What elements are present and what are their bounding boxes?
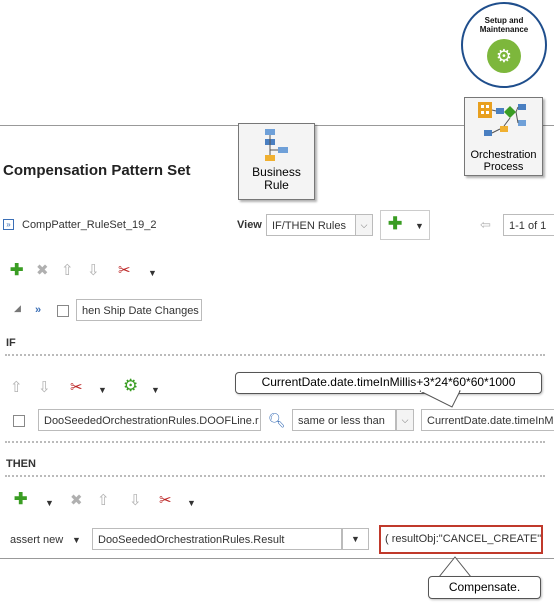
collapse-ruleset-icon[interactable]: » xyxy=(3,219,14,230)
expression-tooltip: CurrentDate.date.timeInMillis+3*24*60*60… xyxy=(235,372,542,394)
condition-left-field[interactable]: DooSeededOrchestrationRules.DOOFLine.r xyxy=(38,409,261,431)
then-cut-icon[interactable]: ✂ xyxy=(159,493,172,509)
action-value-field[interactable]: ( resultObj:"CANCEL_CREATE" ) xyxy=(379,525,543,554)
page-title: Compensation Pattern Set xyxy=(3,162,191,179)
if-cut-icon[interactable]: ✂ xyxy=(70,380,83,396)
action-verb-caret[interactable]: ▼ xyxy=(72,535,81,545)
setup-badge-line1: Setup and xyxy=(484,16,524,25)
search-icon[interactable]: 🔍︎ xyxy=(268,412,286,428)
orchestration-process-icon xyxy=(477,102,526,136)
if-move-up-icon[interactable]: ⇧ xyxy=(10,380,23,396)
view-label: View xyxy=(237,219,262,231)
expand-rule-icon[interactable]: » xyxy=(35,304,41,316)
cut-icon[interactable]: ✂ xyxy=(118,263,131,279)
view-select-arrow[interactable]: ⌵ xyxy=(355,214,373,236)
action-value-text: ( resultObj:"CANCEL_CREATE" ) xyxy=(385,533,543,545)
move-up-icon[interactable]: ⇧ xyxy=(61,263,74,279)
compensate-pointer xyxy=(437,556,473,578)
compensate-callout: Compensate. xyxy=(428,576,541,599)
then-move-up-icon[interactable]: ⇧ xyxy=(97,493,110,509)
add-icon[interactable]: ✚ xyxy=(388,215,402,232)
then-section-label: THEN xyxy=(6,458,36,470)
orchestration-line1: Orchestration xyxy=(470,149,537,161)
then-add-icon[interactable]: ✚ xyxy=(14,492,27,508)
paging-field[interactable]: 1-1 of 1 xyxy=(503,214,554,236)
business-rule-icon xyxy=(264,129,288,161)
gears-icon: ⚙ xyxy=(487,39,521,73)
expand-triangle-icon[interactable]: ◢ xyxy=(14,303,21,314)
previous-page-icon[interactable]: ⇦ xyxy=(480,217,491,233)
view-select[interactable]: IF/THEN Rules xyxy=(266,214,356,236)
orchestration-line2: Process xyxy=(483,161,524,173)
action-verb[interactable]: assert new xyxy=(10,534,63,546)
then-add-caret[interactable]: ▼ xyxy=(45,498,54,508)
add-menu-caret[interactable]: ▼ xyxy=(415,221,424,231)
setup-badge-line2: Maintenance xyxy=(479,25,529,34)
if-divider xyxy=(5,354,545,356)
if-settings-gear-icon[interactable]: ⚙ xyxy=(123,377,138,394)
then-edit-caret[interactable]: ▼ xyxy=(187,498,196,508)
condition-checkbox[interactable] xyxy=(13,415,25,427)
tooltip-pointer xyxy=(419,390,461,408)
if-edit-caret[interactable]: ▼ xyxy=(98,385,107,395)
action-target-select[interactable]: ▼ xyxy=(342,528,369,550)
condition-divider xyxy=(5,441,545,443)
action-target-field[interactable]: DooSeededOrchestrationRules.Result xyxy=(92,528,342,550)
edit-menu-caret[interactable]: ▼ xyxy=(148,268,157,278)
operator-select[interactable]: same or less than xyxy=(292,409,396,431)
if-section-label: IF xyxy=(6,337,16,349)
rule-name-field[interactable]: hen Ship Date Changes xyxy=(76,299,202,321)
condition-right-field[interactable]: CurrentDate.date.timeInM xyxy=(421,409,554,431)
if-move-down-icon[interactable]: ⇩ xyxy=(38,380,51,396)
then-move-down-icon[interactable]: ⇩ xyxy=(129,493,142,509)
then-delete-icon[interactable]: ✖ xyxy=(70,493,83,509)
delete-icon[interactable]: ✖ xyxy=(36,263,49,279)
operator-select-arrow[interactable]: ⌵ xyxy=(396,409,414,431)
setup-maintenance-badge[interactable]: Setup and Maintenance ⚙ xyxy=(461,2,547,88)
rule-checkbox[interactable] xyxy=(57,305,69,317)
business-rule-icon-box[interactable]: Business Rule xyxy=(238,123,315,200)
ruleset-name: CompPatter_RuleSet_19_2 xyxy=(22,219,157,231)
add-rule-icon[interactable]: ✚ xyxy=(10,263,23,279)
if-settings-caret[interactable]: ▼ xyxy=(151,385,160,395)
then-divider xyxy=(5,475,545,477)
orchestration-process-icon-box[interactable]: Orchestration Process xyxy=(464,97,543,176)
move-down-icon[interactable]: ⇩ xyxy=(87,263,100,279)
business-rule-line2: Rule xyxy=(264,178,289,192)
